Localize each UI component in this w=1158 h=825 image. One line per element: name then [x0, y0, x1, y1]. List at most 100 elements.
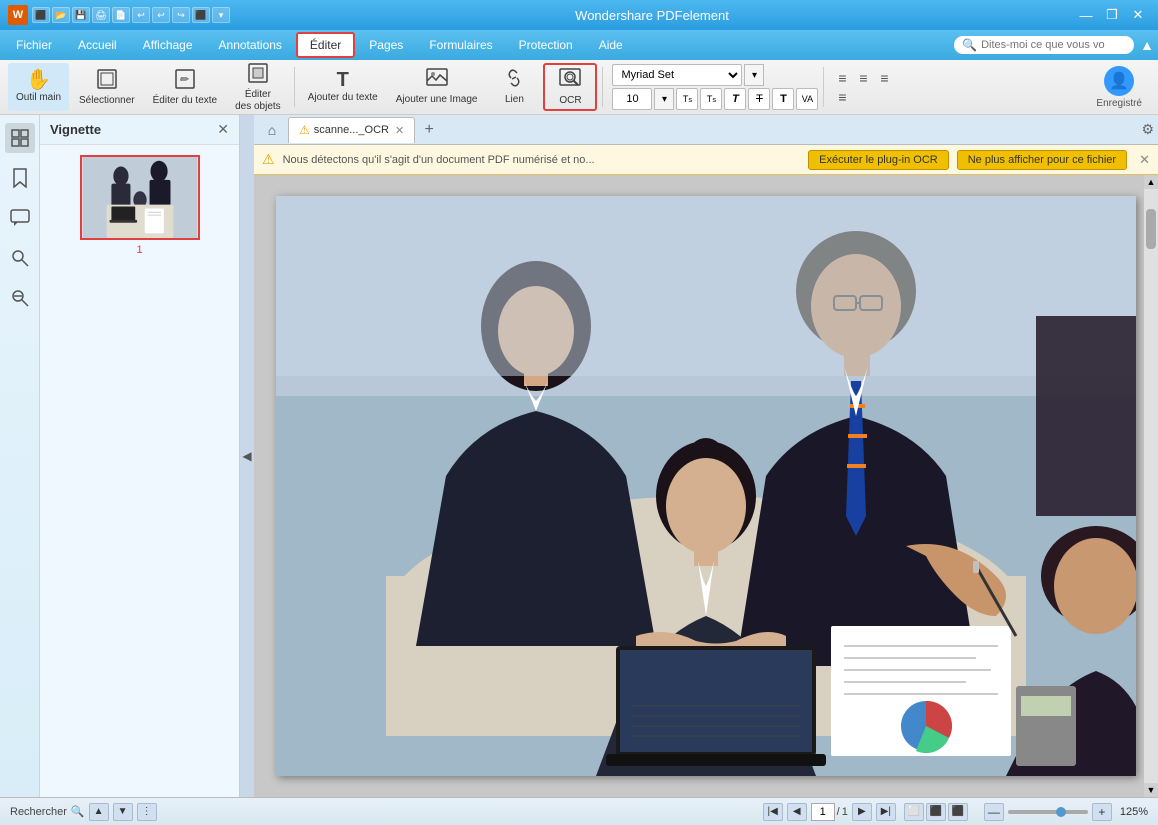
view-scroll-btn[interactable]: ⬛ — [948, 803, 968, 821]
editer-objets-label: Éditerdes objets — [235, 89, 281, 113]
bold-italic-btn[interactable]: T — [724, 88, 746, 110]
hand-icon: ✋ — [26, 70, 51, 90]
more-btn[interactable]: ▾ — [212, 7, 230, 23]
menu-editer[interactable]: Éditer — [296, 32, 355, 58]
sidebar-comment-btn[interactable] — [5, 203, 35, 233]
sidebar-thumbnail-btn[interactable] — [5, 123, 35, 153]
app-icon: W — [8, 5, 28, 25]
menu-aide[interactable]: Aide — [587, 34, 635, 56]
statusbar: Rechercher 🔍 ▲ ▼ ⋮ |◀ ◀ / 1 ▶ ▶| ⬜ ⬛ ⬛ —… — [0, 797, 1158, 825]
new-file-btn[interactable]: ⬛ — [32, 7, 50, 23]
align-left-icon[interactable]: ≡ — [833, 70, 851, 86]
align-right-icon[interactable]: ≡ — [875, 70, 893, 86]
menu-protection[interactable]: Protection — [507, 34, 585, 56]
scroll-down-btn[interactable]: ▼ — [1144, 783, 1158, 797]
indent-icon[interactable]: ≡ — [833, 89, 851, 105]
sidebar-search-btn[interactable] — [5, 243, 35, 273]
zoom-slider-thumb[interactable] — [1056, 807, 1066, 817]
thumbnail-page-1[interactable] — [80, 155, 200, 240]
dismiss-ocr-btn[interactable]: Ne plus afficher pour ce fichier — [957, 150, 1127, 170]
search-options-btn[interactable]: ⋮ — [137, 803, 157, 821]
edit-text-icon: ✏ — [174, 68, 196, 93]
menu-expand-btn[interactable]: ▲ — [1140, 37, 1154, 53]
titlebar-left: W ⬛ 📂 💾 🖨 📄 ↩ ↩ ↪ ⬛ ▾ — [8, 5, 230, 25]
minimize-btn[interactable]: — — [1074, 5, 1098, 25]
execute-ocr-btn[interactable]: Exécuter le plug-in OCR — [808, 150, 949, 170]
sidebar-bookmark-btn[interactable] — [5, 163, 35, 193]
zoom-in-btn[interactable]: + — [1092, 803, 1112, 821]
menu-affichage[interactable]: Affichage — [131, 34, 205, 56]
ocr-close-btn[interactable]: ✕ — [1139, 152, 1150, 168]
current-page-input[interactable] — [811, 803, 835, 821]
superscript-btn[interactable]: Ts — [676, 88, 698, 110]
font-dropdown-btn[interactable]: ▾ — [744, 64, 764, 86]
undo2-btn[interactable]: ↩ — [152, 7, 170, 23]
save-btn[interactable]: 💾 — [72, 7, 90, 23]
ocr-btn[interactable]: OCR — [543, 63, 597, 111]
font-size-input[interactable] — [612, 88, 652, 110]
thumbnail-close-btn[interactable]: ✕ — [217, 121, 229, 138]
svg-text:✏: ✏ — [179, 74, 190, 86]
selectionner-btn[interactable]: Sélectionner — [71, 63, 143, 111]
ajouter-image-label: Ajouter une Image — [396, 94, 478, 106]
tab-close-btn[interactable]: ✕ — [395, 124, 404, 137]
print-btn[interactable]: 🖨 — [92, 7, 110, 23]
font-name-select[interactable]: Myriad Set — [612, 64, 742, 86]
page-indicator: / 1 — [811, 803, 848, 821]
add-image-icon — [426, 68, 448, 92]
next-page-btn[interactable]: ▶ — [852, 803, 872, 821]
scroll-up-btn[interactable]: ▲ — [1144, 175, 1158, 189]
tab-home-btn[interactable]: ⌂ — [258, 117, 286, 143]
tab-settings-btn[interactable]: ⚙ — [1141, 121, 1154, 138]
menu-accueil[interactable]: Accueil — [66, 34, 129, 56]
menu-pages[interactable]: Pages — [357, 34, 415, 56]
editer-objets-btn[interactable]: Éditerdes objets — [227, 63, 289, 111]
redo-btn[interactable]: ↪ — [172, 7, 190, 23]
app-title: Wondershare PDFelement — [575, 8, 729, 23]
underline-bold-btn[interactable]: T — [772, 88, 794, 110]
font-size-dropdown-btn[interactable]: ▾ — [654, 88, 674, 110]
ajouter-texte-btn[interactable]: T Ajouter du texte — [300, 63, 386, 111]
menu-formulaires[interactable]: Formulaires — [417, 34, 504, 56]
open-btn[interactable]: 📂 — [52, 7, 70, 23]
subscript-btn[interactable]: Ts — [700, 88, 722, 110]
panel-collapse-btn[interactable]: ◀ — [240, 115, 254, 797]
lien-btn[interactable]: Lien — [487, 63, 541, 111]
vertical-scrollbar[interactable]: ▲ ▼ — [1144, 175, 1158, 797]
search-label: Rechercher — [10, 806, 67, 818]
restore-btn[interactable]: ❐ — [1100, 5, 1124, 25]
tab-add-btn[interactable]: + — [417, 118, 441, 142]
search-up-btn[interactable]: ▲ — [89, 803, 109, 821]
view-fit2-btn[interactable]: ⬛ — [926, 803, 946, 821]
enregistre-btn[interactable]: 👤 Enregistré — [1088, 62, 1150, 113]
window-controls: — ❐ ✕ — [1074, 5, 1150, 25]
search-down-btn[interactable]: ▼ — [113, 803, 133, 821]
text-color-va-btn[interactable]: VA — [796, 88, 818, 110]
close-btn[interactable]: ✕ — [1126, 5, 1150, 25]
undo-btn[interactable]: ↩ — [132, 7, 150, 23]
last-page-btn[interactable]: ▶| — [876, 803, 896, 821]
page-1-number: 1 — [136, 244, 142, 256]
zoom-slider[interactable] — [1008, 810, 1088, 814]
outil-main-btn[interactable]: ✋ Outil main — [8, 63, 69, 111]
prev-page-btn[interactable]: ◀ — [787, 803, 807, 821]
first-page-btn[interactable]: |◀ — [763, 803, 783, 821]
ajouter-image-btn[interactable]: Ajouter une Image — [388, 63, 486, 111]
editer-texte-btn[interactable]: ✏ Éditer du texte — [145, 63, 225, 111]
enregistre-label: Enregistré — [1096, 98, 1142, 109]
select-icon — [96, 68, 118, 93]
menu-annotations[interactable]: Annotations — [207, 34, 294, 56]
menu-search-input[interactable] — [981, 39, 1121, 51]
sidebar-advanced-search-btn[interactable] — [5, 283, 35, 313]
zoom-out-btn[interactable]: — — [984, 803, 1004, 821]
tab-scanne-ocr[interactable]: ⚠ scanne..._OCR ✕ — [288, 117, 415, 143]
scan-btn[interactable]: 📄 — [112, 7, 130, 23]
view-fit-btn[interactable]: ⬜ — [904, 803, 924, 821]
align-center-icon[interactable]: ≡ — [854, 70, 872, 86]
share-btn[interactable]: ⬛ — [192, 7, 210, 23]
align-row-1: ≡ ≡ ≡ — [833, 70, 893, 86]
menu-fichier[interactable]: Fichier — [4, 34, 64, 56]
strikethrough-btn[interactable]: T — [748, 88, 770, 110]
thumbnail-title: Vignette — [50, 122, 101, 137]
scroll-thumb[interactable] — [1146, 209, 1156, 249]
